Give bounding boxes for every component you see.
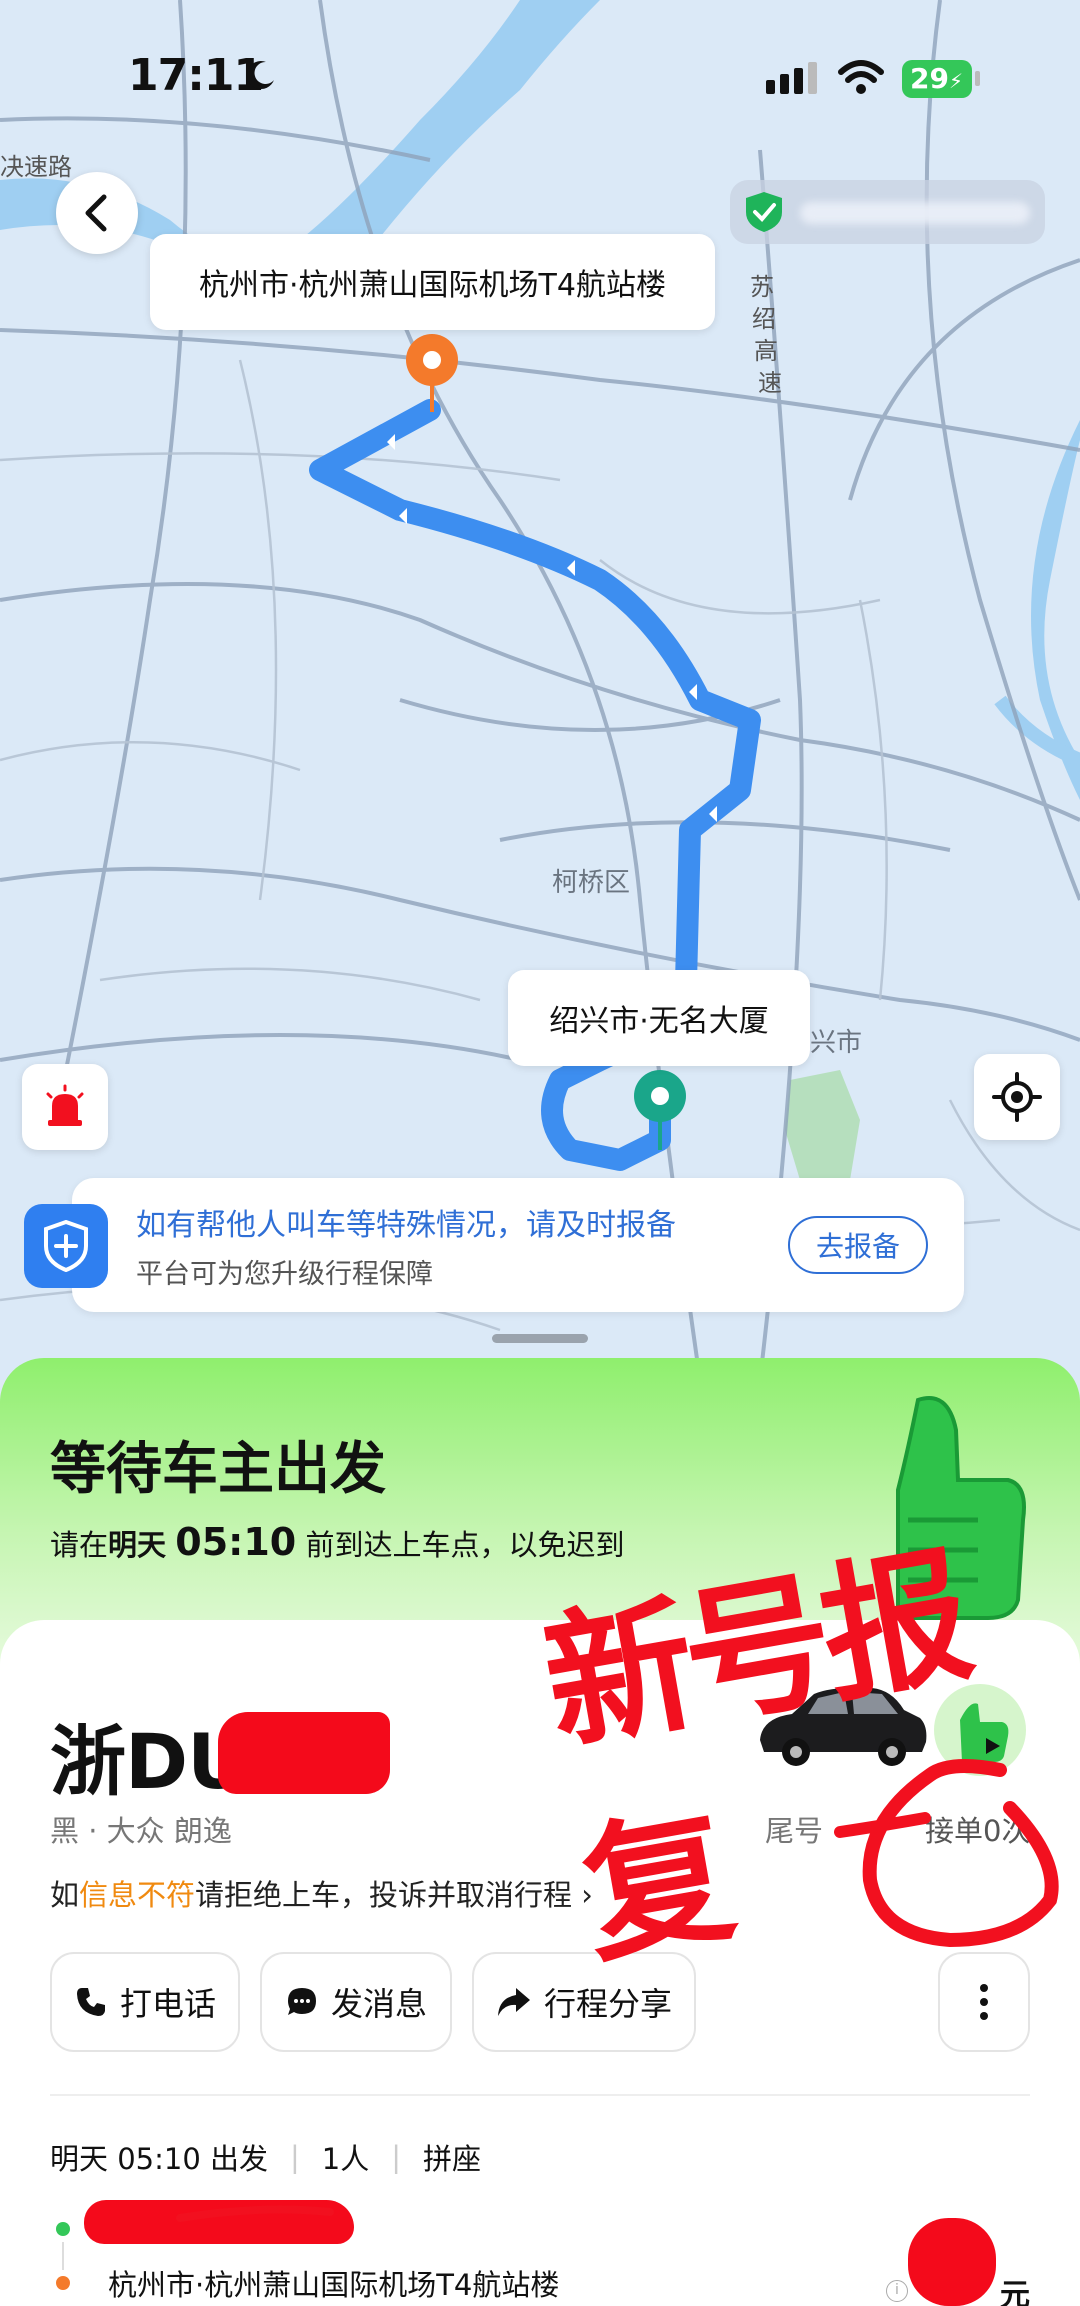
locate-crosshair-icon	[992, 1072, 1042, 1122]
redaction-mark-plate	[218, 1712, 390, 1794]
price-unit: 元	[1000, 2278, 1030, 2306]
battery-tip	[975, 71, 980, 86]
district-label: 柯桥区	[552, 868, 631, 898]
status-time: 17:11	[128, 50, 264, 101]
destination-dot	[56, 2276, 70, 2290]
more-vertical-icon	[980, 1984, 988, 2020]
call-button[interactable]: 打电话	[50, 1952, 240, 2052]
road-label-vertical-3: 高	[754, 337, 778, 365]
locate-me-button[interactable]	[974, 1054, 1060, 1140]
origin-dot	[56, 2222, 70, 2236]
share-arrow-icon	[497, 1988, 530, 2016]
back-button[interactable]	[56, 172, 138, 254]
alarm-siren-icon	[46, 1084, 84, 1126]
cellular-signal-icon	[766, 62, 817, 94]
wifi-icon	[838, 60, 884, 94]
notice-title: 如有帮他人叫车等特殊情况，请及时报备	[136, 1208, 676, 1243]
road-label-top: 决速路	[0, 153, 72, 181]
trip-summary: 明天 05:10 出发 | 1人 | 拼座	[50, 2140, 482, 2176]
origin-label: 绍兴市·无名大厦	[508, 970, 810, 1066]
more-options-button[interactable]	[938, 1952, 1030, 2052]
shield-check-icon	[746, 192, 782, 232]
destination-label: 杭州市·杭州萧山国际机场T4航站楼	[150, 234, 715, 330]
info-icon[interactable]: i	[886, 2280, 908, 2302]
chat-bubble-icon	[287, 1988, 316, 2015]
redacted-safety-text	[800, 202, 1030, 224]
message-button[interactable]: 发消息	[260, 1952, 452, 2052]
car-description: 黑 · 大众 朗逸	[50, 1814, 232, 1848]
moon-icon	[246, 61, 274, 90]
report-notice-card: 如有帮他人叫车等特殊情况，请及时报备 平台可为您升级行程保障 去报备	[24, 1178, 964, 1312]
battery-indicator: 29⚡	[902, 60, 972, 98]
road-label-vertical-4: 速	[758, 369, 782, 397]
shield-plus-icon	[24, 1204, 108, 1288]
road-label-vertical-2: 绍	[752, 305, 776, 333]
status-title: 等待车主出发	[50, 1437, 386, 1502]
notice-subtitle: 平台可为您升级行程保障	[136, 1259, 433, 1290]
section-divider	[50, 2094, 1030, 2096]
chevron-left-icon	[85, 194, 107, 232]
redaction-mark-origin	[84, 2200, 354, 2244]
mismatch-warning[interactable]: 如信息不符请拒绝上车，投诉并取消行程 ›	[50, 1872, 593, 1914]
redaction-mark-price	[908, 2218, 996, 2306]
drag-handle[interactable]	[492, 1334, 588, 1343]
emergency-button[interactable]	[22, 1064, 108, 1150]
road-label-vertical-1: 苏	[750, 273, 774, 301]
status-subtitle: 请在明天 05:10 前到达上车点，以免迟到	[50, 1520, 625, 1564]
phone-icon	[76, 1988, 105, 2016]
handwritten-annotation: 新号报复	[532, 1527, 977, 1985]
route-connector	[62, 2242, 64, 2270]
report-button[interactable]: 去报备	[788, 1216, 928, 1274]
district-partial-label: 兴市	[810, 1028, 863, 1058]
trip-destination: 杭州市·杭州萧山国际机场T4航站楼	[108, 2268, 560, 2302]
